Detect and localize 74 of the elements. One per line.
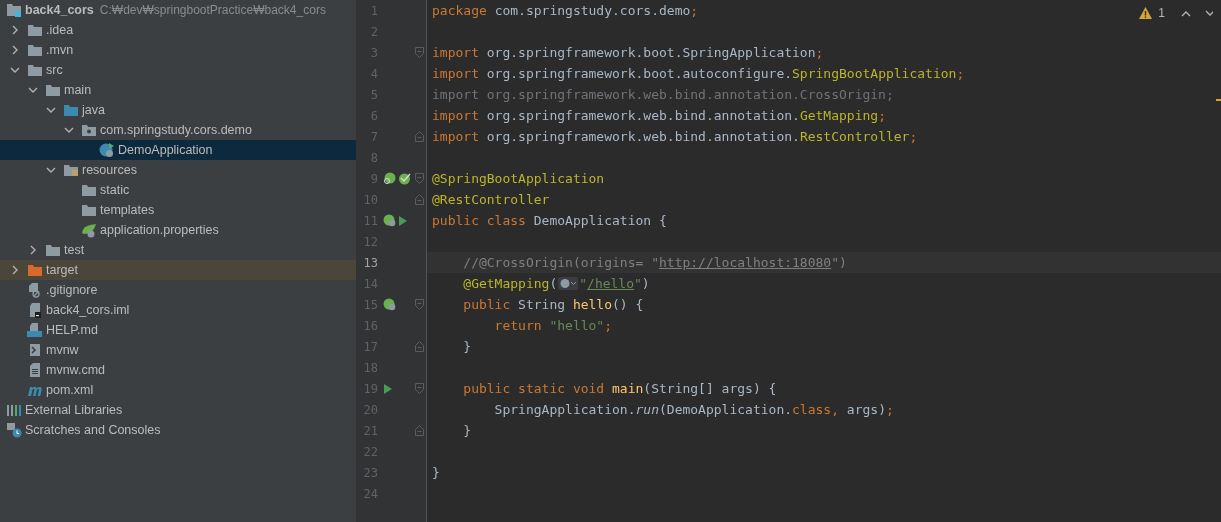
code-line: SpringApplication.run(DemoApplication.class, args); — [493, 402, 894, 417]
code-line: package com.springstudy.cors.demo; — [432, 3, 699, 18]
tree-item[interactable]: External Libraries — [25, 403, 123, 417]
tree-item[interactable]: Scratches and Consoles — [25, 423, 161, 437]
file-icon — [27, 282, 43, 298]
tree-item[interactable]: templates — [100, 203, 155, 217]
warning-icon[interactable] — [1139, 7, 1153, 19]
folder-icon — [45, 83, 61, 97]
file-icon — [27, 302, 43, 318]
tree-item[interactable]: back4_cors.iml — [46, 303, 130, 317]
folder-icon — [27, 63, 43, 77]
project-path: C:₩dev₩springbootPractice₩back4_cors — [99, 3, 326, 17]
tree-item[interactable]: pom.xml — [46, 383, 94, 397]
bean-search-icon[interactable] — [383, 172, 396, 185]
code-line: //@CrossOrigin(origins= "http://localhost:18080") — [462, 255, 847, 270]
code-line: } — [432, 465, 440, 480]
tree-item[interactable]: test — [64, 243, 85, 257]
code-line: import org.springframework.boot.autoconfigure.SpringBootApplication; — [432, 66, 965, 81]
libraries-icon — [6, 403, 22, 417]
run-icon[interactable] — [398, 214, 408, 227]
scratches-icon — [6, 422, 22, 438]
spring-leaf-icon — [81, 222, 97, 238]
tree-item[interactable]: com.springstudy.cors.demo — [100, 123, 252, 137]
tree-item[interactable]: .mvn — [46, 43, 74, 57]
bean-web-icon[interactable] — [383, 298, 396, 311]
next-highlight-icon[interactable] — [1205, 9, 1213, 17]
tree-item[interactable]: target — [46, 263, 78, 277]
module-icon — [6, 3, 22, 17]
code-line: import org.springframework.web.bind.annotation.CrossOrigin; — [432, 87, 894, 102]
code-line: public static void main(String[] args) { — [462, 381, 777, 396]
code-line: return "hello"; — [493, 318, 613, 333]
code-line: import org.springframework.web.bind.annotation.RestController; — [432, 129, 918, 144]
tree-item[interactable]: java — [82, 103, 105, 117]
shell-file-icon — [27, 342, 43, 358]
code-line: @GetMapping( "/hello") — [462, 276, 650, 291]
folder-icon — [27, 23, 43, 37]
folder-icon — [27, 263, 43, 277]
line-number: 13 — [362, 255, 378, 270]
tree-item[interactable]: DemoApplication — [118, 143, 213, 157]
folder-icon — [81, 203, 97, 217]
folder-icon — [45, 243, 61, 257]
code-line: @SpringBootApplication — [432, 171, 605, 186]
code-line: import org.springframework.web.bind.annotation.GetMapping; — [432, 108, 886, 123]
bean-web-icon[interactable] — [383, 214, 396, 227]
tree-item[interactable]: static — [100, 183, 130, 197]
tree-item[interactable]: HELP.md — [46, 323, 98, 337]
markdown-file-icon — [27, 322, 43, 338]
run-icon[interactable] — [383, 382, 393, 395]
tree-item[interactable]: resources — [82, 163, 137, 177]
code-line: @RestController — [432, 192, 550, 207]
folder-icon — [63, 103, 79, 117]
tree-item[interactable]: main — [64, 83, 92, 97]
code-line: public class DemoApplication { — [432, 213, 667, 228]
code-line: public String hello() { — [462, 297, 644, 312]
code-line: } — [462, 339, 472, 354]
tree-item[interactable]: src — [46, 63, 63, 77]
folder-icon — [81, 183, 97, 197]
globe-icon[interactable] — [558, 277, 579, 290]
previous-highlight-icon[interactable] — [1181, 9, 1191, 17]
tree-item[interactable]: back4_cors — [25, 3, 94, 17]
resource-folder-icon — [63, 163, 79, 177]
folder-icon — [27, 43, 43, 57]
code-line: } — [462, 423, 472, 438]
text-file-icon — [27, 362, 43, 378]
tree-item[interactable]: application.properties — [100, 223, 219, 237]
code-line: import org.springframework.boot.SpringApplication; — [432, 45, 824, 60]
bean-check-icon[interactable] — [398, 172, 411, 185]
class-icon — [99, 142, 115, 158]
package-icon — [81, 123, 97, 137]
tree-item[interactable]: mvnw — [46, 343, 79, 357]
tree-item[interactable]: .gitignore — [46, 283, 98, 297]
tree-item[interactable]: mvnw.cmd — [46, 363, 106, 377]
tree-item[interactable]: .idea — [46, 23, 74, 37]
warning-count: 1 — [1158, 6, 1165, 20]
